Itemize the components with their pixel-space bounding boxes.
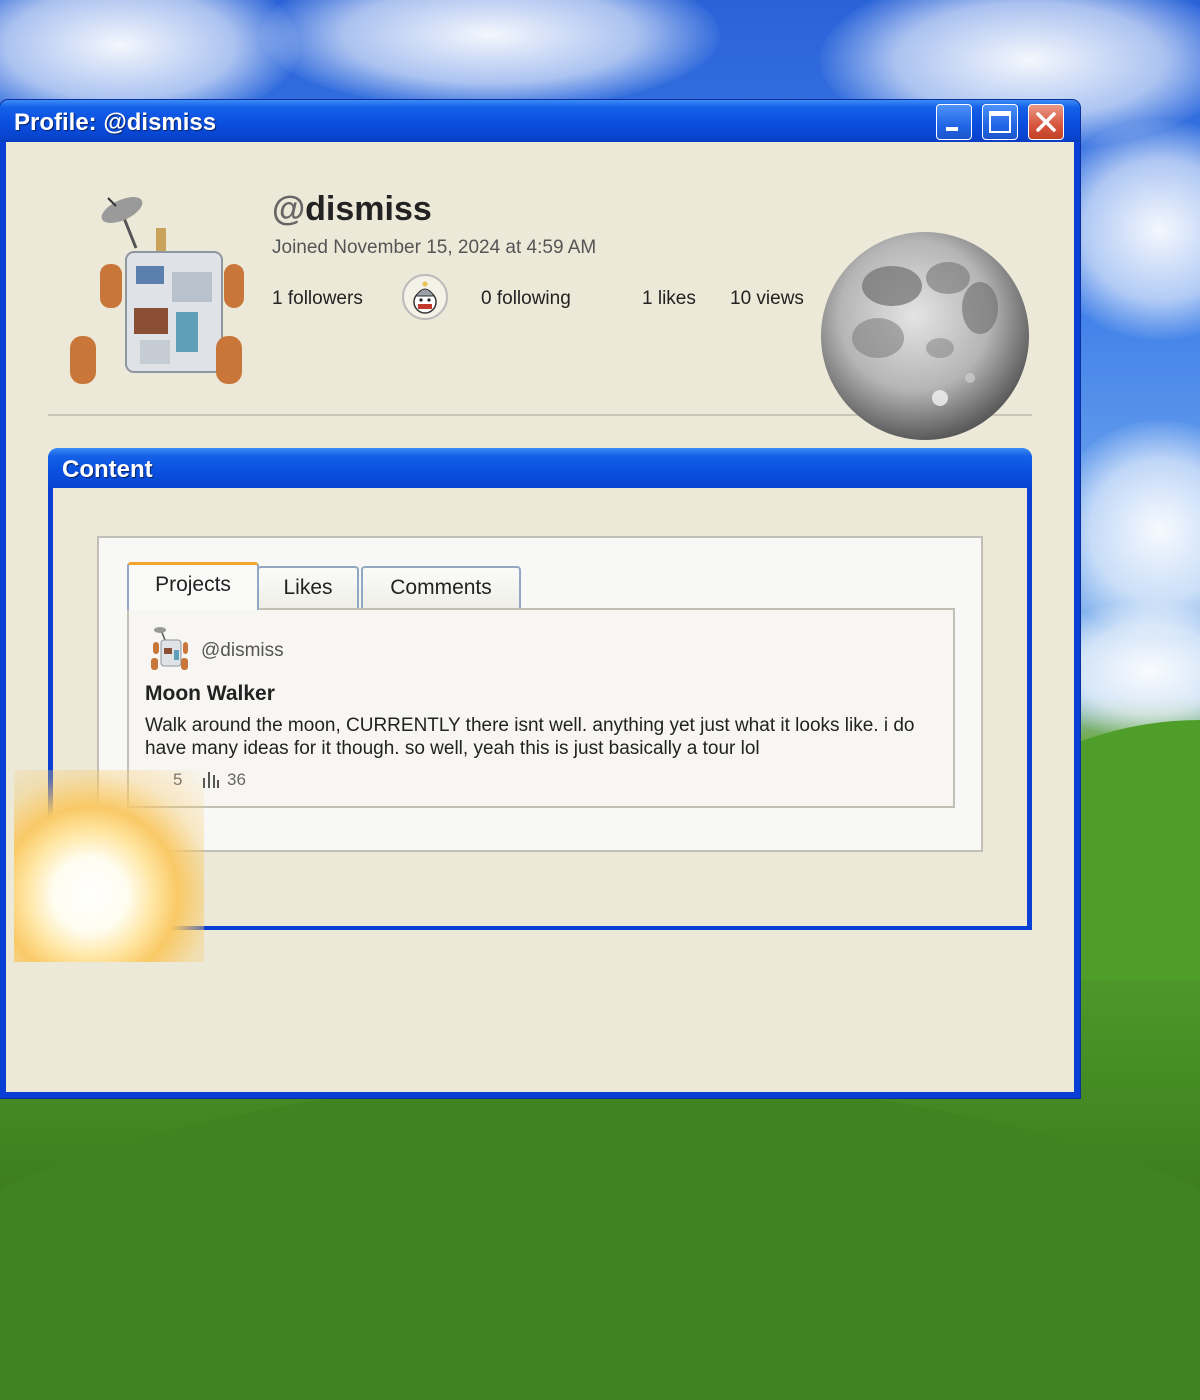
views-count: 10 views [730,288,804,309]
profile-avatar[interactable] [64,188,244,388]
project-card[interactable]: @dismiss Moon Walker Walk around the moo… [127,608,955,808]
moon-image [821,232,1029,440]
content-title: Content [62,456,153,483]
following-count[interactable]: 0 following [481,288,571,310]
content-title-bar: Content [48,448,1032,488]
follower-avatar[interactable] [402,274,448,320]
views-bar-icon [203,772,219,788]
title-bar[interactable]: Profile: @dismiss [0,100,1080,142]
post-title[interactable]: Moon Walker [145,682,275,706]
follower-avatar-icon [413,281,437,314]
profile-username: @dismiss [272,190,432,228]
joined-date: Joined November 15, 2024 at 4:59 AM [272,237,597,258]
followers-count[interactable]: 1 followers [272,288,363,310]
tab-projects[interactable]: Projects [127,562,259,610]
maximize-button[interactable] [982,104,1018,140]
post-description: Walk around the moon, CURRENTLY there is… [145,715,915,759]
post-author-avatar[interactable] [149,626,189,672]
close-icon [1036,112,1056,132]
sun-image [14,770,204,962]
post-views-count: 36 [227,770,246,789]
post-author[interactable]: @dismiss [201,640,284,662]
likes-count: 1 likes [642,288,696,309]
content-panel: Projects Likes Comments @dismiss Moon Wa… [97,536,983,852]
minimize-button[interactable] [936,104,972,140]
window-title: Profile: @dismiss [14,109,217,136]
close-button[interactable] [1028,104,1064,140]
tab-likes[interactable]: Likes [257,566,359,612]
maximize-icon [989,111,1011,133]
tab-comments[interactable]: Comments [361,566,521,612]
minimize-icon [946,127,958,131]
